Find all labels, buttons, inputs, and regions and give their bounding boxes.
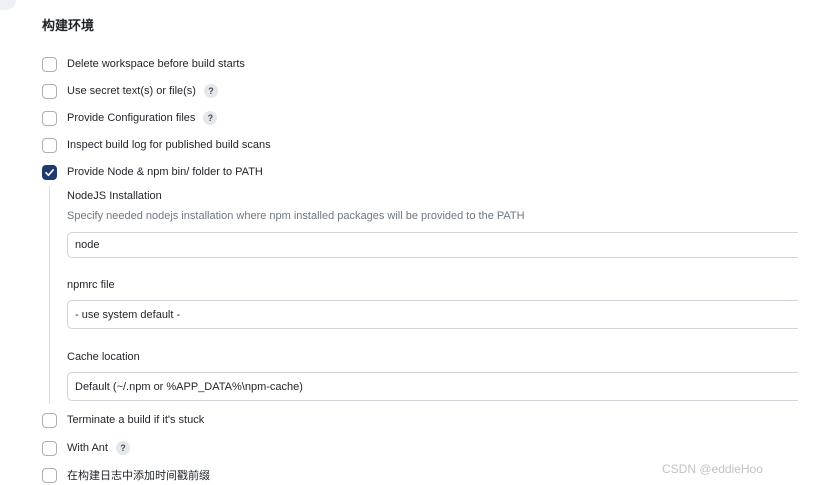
- help-icon[interactable]: ?: [203, 84, 218, 98]
- option-label: Inspect build log for published build sc…: [67, 139, 271, 151]
- checkbox[interactable]: [42, 83, 57, 99]
- option-use-secret[interactable]: Use secret text(s) or file(s) ?: [42, 82, 218, 100]
- nodejs-installation-label: NodeJS Installation: [67, 190, 162, 202]
- help-icon[interactable]: ?: [203, 111, 218, 125]
- checkbox[interactable]: [42, 110, 57, 126]
- checkbox[interactable]: [42, 412, 57, 428]
- cache-location-value: Default (~/.npm or %APP_DATA%\npm-cache): [75, 380, 303, 393]
- checkbox[interactable]: [42, 56, 57, 72]
- checkbox[interactable]: [42, 467, 57, 483]
- npmrc-file-label: npmrc file: [67, 279, 115, 291]
- option-terminate-stuck[interactable]: Terminate a build if it's stuck: [42, 411, 204, 429]
- option-label: Use secret text(s) or file(s): [67, 85, 196, 97]
- watermark: CSDN @eddieHoo: [662, 462, 763, 476]
- option-label: Provide Configuration files: [67, 112, 196, 124]
- help-icon[interactable]: ?: [115, 441, 130, 455]
- cache-location-select[interactable]: Default (~/.npm or %APP_DATA%\npm-cache): [67, 372, 798, 401]
- cache-location-label: Cache location: [67, 351, 140, 363]
- option-label: With Ant: [67, 442, 108, 454]
- check-icon: [45, 168, 54, 176]
- section-title: 构建环境: [42, 18, 95, 33]
- npmrc-file-select[interactable]: - use system default -: [67, 300, 798, 329]
- option-provide-node[interactable]: Provide Node & npm bin/ folder to PATH: [42, 163, 263, 181]
- checkbox-checked[interactable]: [42, 164, 57, 180]
- option-delete-workspace[interactable]: Delete workspace before build starts: [42, 55, 245, 73]
- option-config-files[interactable]: Provide Configuration files ?: [42, 109, 218, 127]
- option-label: Delete workspace before build starts: [67, 58, 245, 70]
- option-timestamp-prefix[interactable]: 在构建日志中添加时间戳前缀: [42, 466, 210, 484]
- nodejs-installation-select[interactable]: node: [67, 232, 798, 258]
- npmrc-file-value: - use system default -: [75, 308, 181, 321]
- checkbox[interactable]: [42, 137, 57, 153]
- nodejs-installation-value: node: [75, 239, 100, 251]
- corner-decoration: [0, 0, 16, 10]
- option-label: Terminate a build if it's stuck: [67, 414, 205, 426]
- nested-section-line: [49, 186, 50, 404]
- option-label: Provide Node & npm bin/ folder to PATH: [67, 166, 263, 178]
- option-label: 在构建日志中添加时间戳前缀: [67, 470, 210, 482]
- option-inspect-build-log[interactable]: Inspect build log for published build sc…: [42, 136, 271, 154]
- checkbox[interactable]: [42, 440, 57, 456]
- option-with-ant[interactable]: With Ant ?: [42, 439, 130, 457]
- nodejs-installation-description: Specify needed nodejs installation where…: [67, 210, 525, 222]
